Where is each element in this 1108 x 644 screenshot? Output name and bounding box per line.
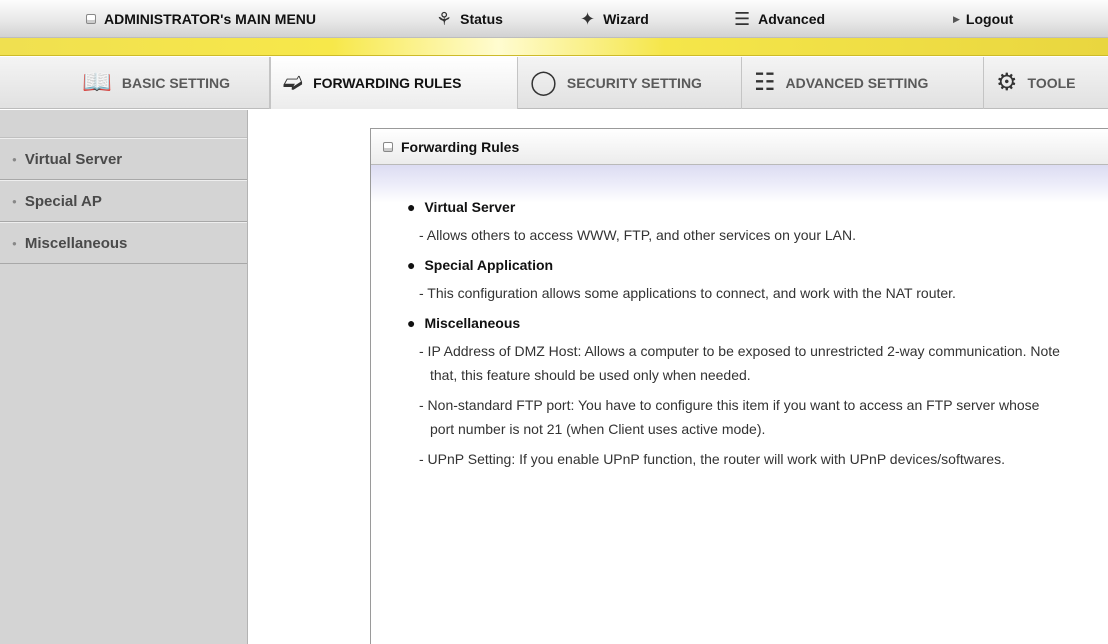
- logout-menu-label: Logout: [965, 11, 1014, 27]
- panel-body: ● Virtual Server - Allows others to acce…: [371, 197, 1108, 471]
- forwarding-icon: ➫: [283, 69, 304, 96]
- panel-header: Forwarding Rules: [371, 129, 1108, 165]
- section-title-text: Miscellaneous: [424, 315, 521, 331]
- section-title: ● Miscellaneous: [407, 313, 1108, 333]
- category-tabs: 📖 BASIC SETTING ➫ FORWARDING RULES ◯ SEC…: [0, 57, 1108, 109]
- main-menu-bar: ADMINISTRATOR's MAIN MENU ⚘ Status ✦ Wiz…: [0, 0, 1108, 38]
- sidebar-item-label: Special AP: [24, 192, 102, 210]
- status-menu[interactable]: ⚘ Status: [436, 0, 503, 38]
- section-virtual-server: ● Virtual Server - Allows others to acce…: [407, 197, 1108, 247]
- tab-toolbox[interactable]: ⚙ TOOLE: [984, 57, 1108, 109]
- tab-label: SECURITY SETTING: [566, 75, 702, 91]
- toolbox-icon: ⚙: [996, 69, 1018, 96]
- section-description: - UPnP Setting: If you enable UPnP funct…: [419, 451, 1005, 467]
- section-title: ● Virtual Server: [407, 197, 1108, 217]
- tab-basic-setting[interactable]: 📖 BASIC SETTING: [70, 57, 270, 109]
- sidebar-spacer: [0, 110, 247, 138]
- section-description: - Allows others to access WWW, FTP, and …: [419, 227, 857, 243]
- advanced-icon: ☷: [754, 69, 776, 96]
- section-title: ● Special Application: [407, 255, 1108, 275]
- status-menu-label: Status: [460, 11, 503, 27]
- accent-band: [0, 38, 1108, 56]
- advanced-menu-label: Advanced: [758, 11, 826, 27]
- section-special-application: ● Special Application - This configurati…: [407, 255, 1108, 305]
- sidebar-item-miscellaneous[interactable]: ● Miscellaneous: [0, 222, 247, 264]
- advanced-menu[interactable]: ☰ Advanced: [734, 0, 825, 38]
- tab-advanced-setting[interactable]: ☷ ADVANCED SETTING: [742, 57, 984, 109]
- lock-icon: ◯: [530, 69, 557, 96]
- tab-label: FORWARDING RULES: [313, 75, 462, 91]
- section-title-text: Special Application: [424, 257, 554, 273]
- bullet-icon: ●: [407, 257, 416, 273]
- wizard-menu[interactable]: ✦ Wizard: [580, 0, 649, 38]
- status-icon: ⚘: [436, 9, 453, 29]
- tab-security-setting[interactable]: ◯ SECURITY SETTING: [518, 57, 742, 109]
- panel-title: Forwarding Rules: [401, 138, 520, 155]
- section-miscellaneous: ● Miscellaneous - IP Address of DMZ Host…: [407, 313, 1108, 471]
- wizard-icon: ✦: [580, 9, 596, 29]
- sidebar-item-label: Virtual Server: [24, 150, 123, 168]
- sidebar: ● Virtual Server ● Special AP ● Miscella…: [0, 110, 248, 644]
- sidebar-item-label: Miscellaneous: [24, 234, 128, 252]
- bullet-icon: ●: [12, 238, 17, 248]
- sidebar-item-virtual-server[interactable]: ● Virtual Server: [0, 138, 247, 180]
- book-icon: 📖: [82, 69, 112, 96]
- tab-label: TOOLE: [1027, 75, 1076, 91]
- tab-label: BASIC SETTING: [121, 75, 231, 91]
- section-description: - IP Address of DMZ Host: Allows a compu…: [419, 343, 1060, 383]
- bullet-icon: ●: [12, 154, 17, 164]
- forwarding-rules-panel: Forwarding Rules ● Virtual Server - Allo…: [370, 128, 1108, 644]
- admin-main-menu[interactable]: ADMINISTRATOR's MAIN MENU: [86, 0, 316, 38]
- logout-menu[interactable]: ▶ Logout: [953, 0, 1013, 38]
- admin-main-menu-label: ADMINISTRATOR's MAIN MENU: [104, 11, 317, 27]
- bullet-icon: ●: [407, 315, 416, 331]
- wizard-menu-label: Wizard: [603, 11, 649, 27]
- bullet-icon: ●: [12, 196, 17, 206]
- section-description: - This configuration allows some applica…: [419, 285, 956, 301]
- section-title-text: Virtual Server: [424, 199, 516, 215]
- advanced-icon: ☰: [734, 9, 751, 29]
- arrow-right-icon: ▶: [953, 13, 960, 24]
- window-icon: [383, 141, 393, 152]
- tab-label: ADVANCED SETTING: [785, 75, 929, 91]
- section-description: - Non-standard FTP port: You have to con…: [419, 397, 1040, 437]
- bullet-icon: ●: [407, 199, 416, 215]
- window-icon: [86, 14, 96, 24]
- sidebar-item-special-ap[interactable]: ● Special AP: [0, 180, 247, 222]
- tab-forwarding-rules[interactable]: ➫ FORWARDING RULES: [270, 57, 518, 109]
